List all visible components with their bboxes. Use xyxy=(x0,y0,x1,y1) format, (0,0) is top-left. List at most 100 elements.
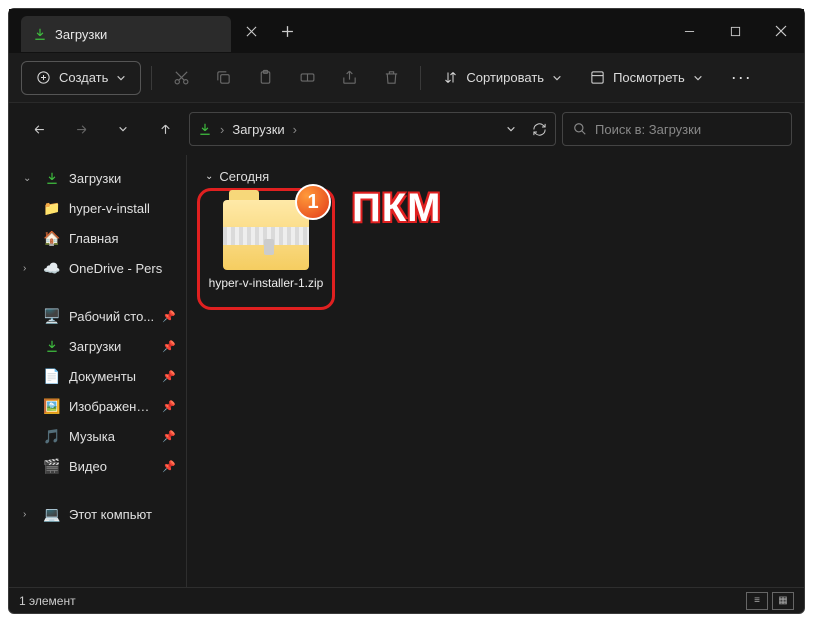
tab-close-button[interactable] xyxy=(235,15,267,47)
folder-icon: 📁 xyxy=(43,200,61,217)
explorer-window: Загрузки Создать xyxy=(8,8,805,614)
sidebar-item-this-pc[interactable]: › 💻 Этот компьют xyxy=(9,499,186,529)
music-icon: 🎵 xyxy=(43,428,61,445)
pin-icon: 📌 xyxy=(162,430,176,443)
chevron-right-icon[interactable]: › xyxy=(23,509,35,520)
separator xyxy=(151,66,152,90)
toolbar: Создать Сортировать Посмотреть ··· xyxy=(9,53,804,103)
tab-title: Загрузки xyxy=(55,27,107,42)
cut-button[interactable] xyxy=(162,61,200,95)
sidebar-item-pictures[interactable]: 🖼️ Изображени... 📌 xyxy=(9,391,186,421)
recent-button[interactable] xyxy=(105,111,141,147)
sidebar-label: hyper-v-install xyxy=(69,201,150,216)
breadcrumb-item[interactable]: Загрузки xyxy=(232,122,284,137)
search-icon xyxy=(573,122,587,136)
breadcrumb-sep: › xyxy=(220,122,224,137)
sidebar-label: Видео xyxy=(69,459,107,474)
pictures-icon: 🖼️ xyxy=(43,398,61,415)
pin-icon: 📌 xyxy=(162,400,176,413)
breadcrumb-sep: › xyxy=(293,122,297,137)
item-count: 1 элемент xyxy=(19,594,76,608)
download-icon xyxy=(33,27,47,41)
file-item[interactable]: 1 hyper-v-installer-1.zip xyxy=(205,194,327,291)
delete-button[interactable] xyxy=(372,61,410,95)
home-icon: 🏠 xyxy=(43,230,61,247)
sidebar-item-videos[interactable]: 🎬 Видео 📌 xyxy=(9,451,186,481)
search-placeholder: Поиск в: Загрузки xyxy=(595,122,701,137)
chevron-down-icon xyxy=(116,73,126,83)
videos-icon: 🎬 xyxy=(43,458,61,475)
content-area[interactable]: ⌄ Сегодня 1 hyper-v-installer-1.zip xyxy=(187,155,804,587)
chevron-down-icon: ⌄ xyxy=(205,171,213,182)
maximize-button[interactable] xyxy=(712,9,758,53)
icons-view-button[interactable]: ▦ xyxy=(772,592,794,610)
file-name: hyper-v-installer-1.zip xyxy=(209,276,324,291)
more-button[interactable]: ··· xyxy=(719,61,764,95)
sidebar-item-file[interactable]: 📁 hyper-v-install xyxy=(9,193,186,223)
window-tab[interactable]: Загрузки xyxy=(21,16,231,52)
search-input[interactable]: Поиск в: Загрузки xyxy=(562,112,792,146)
address-bar[interactable]: › Загрузки › xyxy=(189,112,556,146)
cloud-icon: ☁️ xyxy=(43,260,61,277)
sort-label: Сортировать xyxy=(466,70,544,85)
download-icon xyxy=(43,171,61,185)
close-button[interactable] xyxy=(758,9,804,53)
sort-button[interactable]: Сортировать xyxy=(431,61,574,95)
chevron-down-icon xyxy=(552,73,562,83)
forward-button[interactable] xyxy=(63,111,99,147)
up-button[interactable] xyxy=(147,111,183,147)
chevron-down-icon[interactable]: ⌄ xyxy=(23,173,35,184)
sidebar-item-downloads[interactable]: ⌄ Загрузки xyxy=(9,163,186,193)
sidebar-label: Документы xyxy=(69,369,136,384)
sidebar-label: Главная xyxy=(69,231,118,246)
create-label: Создать xyxy=(59,70,108,85)
sidebar-label: Загрузки xyxy=(69,171,121,186)
pin-icon: 📌 xyxy=(162,340,176,353)
zip-file-icon xyxy=(223,200,309,270)
pc-icon: 💻 xyxy=(43,506,61,523)
sort-icon xyxy=(443,70,458,85)
paste-button[interactable] xyxy=(246,61,284,95)
desktop-icon: 🖥️ xyxy=(43,308,61,325)
new-tab-button[interactable] xyxy=(271,15,303,47)
chevron-down-icon[interactable] xyxy=(506,124,516,134)
titlebar: Загрузки xyxy=(9,9,804,53)
rename-button[interactable] xyxy=(288,61,326,95)
sidebar-item-home[interactable]: 🏠 Главная xyxy=(9,223,186,253)
copy-button[interactable] xyxy=(204,61,242,95)
annotation-badge: 1 xyxy=(295,184,331,220)
create-button[interactable]: Создать xyxy=(21,61,141,95)
sidebar-item-music[interactable]: 🎵 Музыка 📌 xyxy=(9,421,186,451)
window-controls xyxy=(666,9,804,53)
view-label: Посмотреть xyxy=(613,70,685,85)
sidebar-label: Этот компьют xyxy=(69,507,152,522)
refresh-button[interactable] xyxy=(532,122,547,137)
sidebar-item-onedrive[interactable]: › ☁️ OneDrive - Pers xyxy=(9,253,186,283)
status-bar: 1 элемент ≡ ▦ xyxy=(9,587,804,613)
chevron-right-icon[interactable]: › xyxy=(23,263,35,274)
pin-icon: 📌 xyxy=(162,460,176,473)
share-button[interactable] xyxy=(330,61,368,95)
chevron-down-icon xyxy=(693,73,703,83)
sidebar-label: Изображени... xyxy=(69,399,154,414)
sidebar: ⌄ Загрузки 📁 hyper-v-install 🏠 Главная ›… xyxy=(9,155,187,587)
details-view-button[interactable]: ≡ xyxy=(746,592,768,610)
sidebar-item-downloads2[interactable]: Загрузки 📌 xyxy=(9,331,186,361)
address-row: › Загрузки › Поиск в: Загрузки xyxy=(9,103,804,155)
minimize-button[interactable] xyxy=(666,9,712,53)
sidebar-label: Рабочий сто... xyxy=(69,309,154,324)
sidebar-label: OneDrive - Pers xyxy=(69,261,162,276)
sidebar-label: Музыка xyxy=(69,429,115,444)
view-button[interactable]: Посмотреть xyxy=(578,61,715,95)
layout-icon xyxy=(590,70,605,85)
back-button[interactable] xyxy=(21,111,57,147)
sidebar-label: Загрузки xyxy=(69,339,121,354)
sidebar-item-desktop[interactable]: 🖥️ Рабочий сто... 📌 xyxy=(9,301,186,331)
separator xyxy=(420,66,421,90)
group-header[interactable]: ⌄ Сегодня xyxy=(205,169,786,184)
sidebar-item-documents[interactable]: 📄 Документы 📌 xyxy=(9,361,186,391)
download-icon xyxy=(198,122,212,136)
documents-icon: 📄 xyxy=(43,368,61,385)
download-icon xyxy=(43,339,61,353)
pin-icon: 📌 xyxy=(162,310,176,323)
